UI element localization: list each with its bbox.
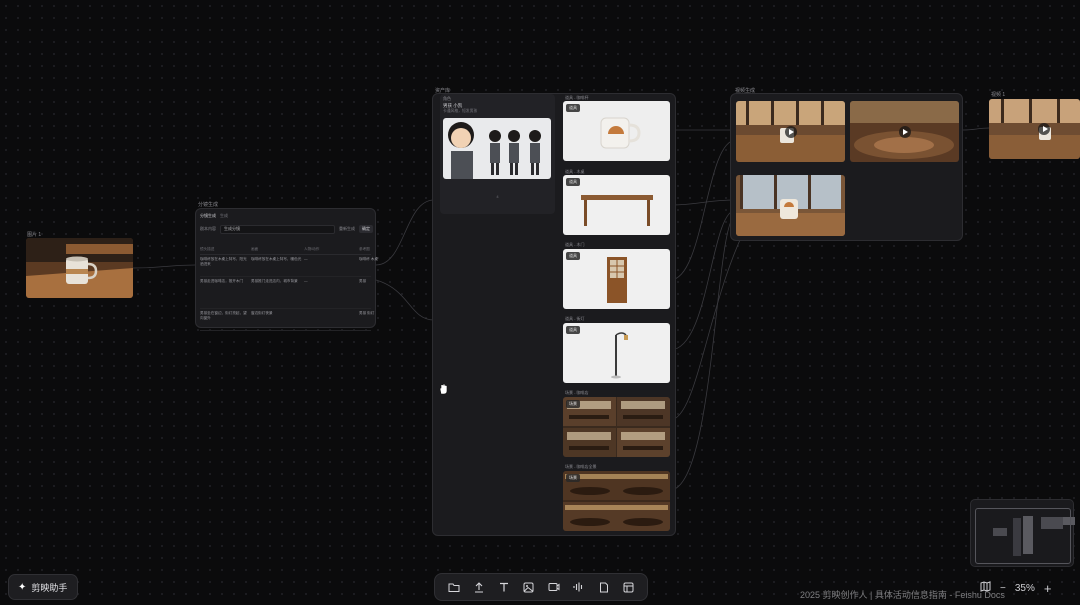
video-banner: 2025 剪映创作人 | 具体活动信息指南 - Feishu Docs — [800, 590, 1005, 600]
document-icon[interactable] — [595, 578, 613, 596]
asset-item-coffee-cup[interactable]: 道具 — [563, 101, 670, 161]
asset-item-label: 场景 - 咖啡店 — [565, 390, 589, 395]
table-row[interactable]: 男孩走进咖啡店，推开木门 男孩推门走进店内，城市背景 — 男孩 — [200, 277, 371, 309]
regenerate-button[interactable]: 重新生成 — [339, 226, 355, 232]
col-header: 人物/动作 — [304, 247, 320, 251]
asset-item-wood-door[interactable]: 道具 — [563, 249, 670, 309]
assistant-label: 剪映助手 — [31, 582, 68, 593]
storyboard-icon[interactable] — [620, 578, 638, 596]
play-icon[interactable] — [1038, 123, 1050, 135]
table-cell: 男孩推门走进店内，城市背景 — [251, 279, 298, 283]
col-header: 画面 — [251, 247, 259, 251]
table-cell: — — [304, 279, 308, 283]
tab-generate[interactable]: 生成 — [220, 213, 228, 219]
bottom-toolbar — [434, 573, 648, 601]
office-video-thumb — [989, 99, 1080, 159]
zoom-out-button[interactable]: − — [1000, 583, 1006, 594]
image-icon[interactable] — [520, 578, 538, 596]
source-image-node[interactable] — [26, 238, 133, 298]
asset-tag: 场景 — [566, 400, 580, 408]
upload-icon[interactable] — [470, 578, 488, 596]
video-clip-3[interactable] — [736, 175, 845, 236]
folder-icon[interactable] — [445, 578, 463, 596]
source-node-label: 图片 1 — [27, 232, 42, 238]
table-row[interactable]: 男孩坐在窗边，街灯亮起，望向窗外 窗边街灯夜景 男孩 街灯 — [200, 309, 374, 331]
minimap-viewport[interactable] — [975, 508, 1071, 564]
asset-item-label: 道具 - 木门 — [565, 242, 585, 247]
table-cell: 咖啡杯放在木桌上特写，阳光洒进来 — [200, 257, 247, 266]
audio-icon[interactable] — [570, 578, 588, 596]
coffee-cup-photo — [26, 238, 133, 298]
character-label: 角色 — [443, 96, 451, 101]
script-input-value: 生成分镜 — [224, 226, 240, 231]
asset-item-label: 场景 - 咖啡店全景 — [565, 464, 597, 469]
sparkle-icon: ✦ — [18, 581, 27, 593]
confirm-button[interactable]: 确定 — [359, 225, 373, 233]
character-image[interactable] — [443, 118, 551, 179]
asset-item-cafe-scene[interactable]: 场景 — [563, 397, 670, 457]
asset-tag: 道具 — [566, 178, 580, 186]
zoom-value[interactable]: 35% — [1015, 583, 1035, 594]
zoom-controls: − 35% + — [980, 580, 1051, 596]
assistant-button[interactable]: ✦ 剪映助手 — [8, 574, 78, 600]
col-header: 镜头描述 — [200, 247, 215, 251]
zoom-in-button[interactable]: + — [1044, 581, 1052, 596]
asset-tag: 道具 — [566, 326, 580, 334]
right-video-label: 视频 1 — [991, 92, 1006, 98]
play-icon[interactable] — [898, 125, 911, 138]
table-cell: 咖啡杯放在木桌上特写，暖色光 — [251, 257, 302, 261]
col-header: 参考图 — [359, 247, 370, 251]
asset-item-label: 道具 - 街灯 — [565, 316, 585, 321]
table-cell: 男孩坐在窗边，街灯亮起，望向窗外 — [200, 311, 247, 320]
video-icon[interactable] — [545, 578, 563, 596]
asset-item-cafe-panorama[interactable]: 场景 — [563, 471, 670, 531]
script-node-label: 分镜生成 — [198, 202, 219, 208]
field-label: 剧本内容 — [200, 226, 216, 231]
assets-panel[interactable]: 角色 男孩 小凯 卡通风格，短发男孩 4 道具 - 咖啡杯 道具 道具 - 木桌… — [432, 93, 676, 536]
asset-tag: 道具 — [566, 104, 580, 112]
video-clip-2[interactable] — [850, 101, 959, 162]
character-count: 4 — [496, 194, 499, 199]
storyboard-table: 镜头描述 画面 人物/动作 参考图 咖啡杯放在木桌上特写，阳光洒进来 咖啡杯放在… — [200, 245, 378, 331]
asset-item-street-lamp[interactable]: 道具 — [563, 323, 670, 383]
map-icon[interactable] — [980, 581, 991, 595]
character-turnaround-art — [443, 118, 551, 179]
hand-cursor-icon — [438, 382, 448, 395]
table-cell — [304, 311, 358, 328]
asset-tag: 道具 — [566, 252, 580, 260]
right-video-node[interactable] — [989, 99, 1080, 159]
video-panel[interactable] — [730, 93, 963, 241]
table-cell: 咖啡杯 木桌 — [359, 257, 378, 261]
play-icon[interactable] — [784, 125, 797, 138]
character-card[interactable]: 角色 男孩 小凯 卡通风格，短发男孩 4 — [440, 94, 555, 214]
tab-script[interactable]: 分镜生成 — [200, 213, 216, 219]
script-node[interactable]: 分镜生成 生成 剧本内容 生成分镜 重新生成 确定 镜头描述 画面 人物/动作 … — [195, 208, 378, 331]
table-cell: 男孩走进咖啡店，推开木门 — [200, 279, 244, 283]
window-coffee-video-thumb — [736, 175, 845, 236]
table-cell: 男孩 — [359, 279, 367, 283]
asset-tag: 场景 — [566, 474, 580, 482]
asset-item-wood-table[interactable]: 道具 — [563, 175, 670, 235]
table-cell: 窗边街灯夜景 — [251, 311, 273, 315]
table-cell: — — [304, 257, 308, 261]
text-icon[interactable] — [495, 578, 513, 596]
character-desc: 卡通风格，短发男孩 — [443, 109, 478, 113]
script-input[interactable]: 生成分镜 — [220, 224, 335, 234]
minimap[interactable] — [970, 499, 1075, 567]
table-cell: 男孩 街灯 — [359, 311, 375, 315]
video-clip-1[interactable] — [736, 101, 845, 162]
table-row[interactable]: 咖啡杯放在木桌上特写，阳光洒进来 咖啡杯放在木桌上特写，暖色光 — 咖啡杯 木桌 — [200, 255, 378, 277]
